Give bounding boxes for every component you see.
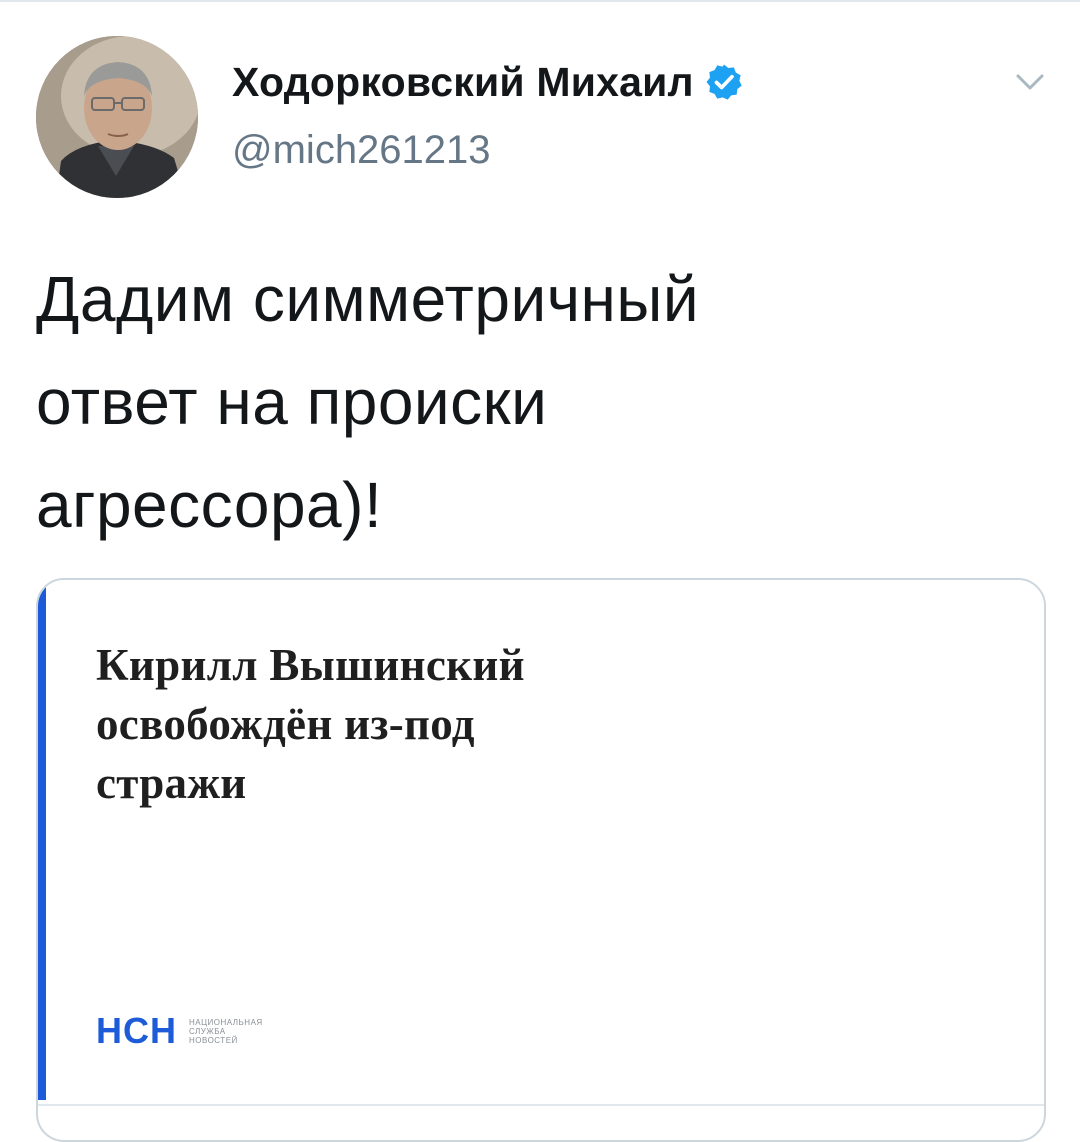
avatar[interactable]	[36, 36, 198, 198]
card-accent-bar	[38, 580, 46, 1100]
verified-badge-icon	[706, 64, 742, 100]
link-preview-card[interactable]: Кирилл Вышинский освобождён из-под страж…	[36, 578, 1046, 1142]
chevron-down-icon[interactable]	[1010, 66, 1050, 98]
nsn-logo-mark: НСН	[96, 1010, 177, 1051]
nsn-logo-subtext: Национальная служба новостей	[189, 1017, 263, 1045]
author-handle[interactable]: @mich261213	[232, 128, 491, 173]
avatar-portrait	[36, 36, 198, 198]
tweet-text: Дадим симметричный ответ на происки агре…	[36, 263, 700, 541]
card-divider	[38, 1104, 1044, 1106]
card-image: Кирилл Вышинский освобождён из-под страж…	[38, 580, 1044, 1100]
card-headline: Кирилл Вышинский освобождён из-под страж…	[96, 640, 525, 808]
author-name-row[interactable]: Ходорковский Михаил	[232, 52, 744, 112]
nsn-logo: НСН Национальная служба новостей	[96, 1010, 263, 1052]
top-divider	[0, 0, 1080, 2]
author-name[interactable]: Ходорковский Михаил	[232, 59, 694, 106]
